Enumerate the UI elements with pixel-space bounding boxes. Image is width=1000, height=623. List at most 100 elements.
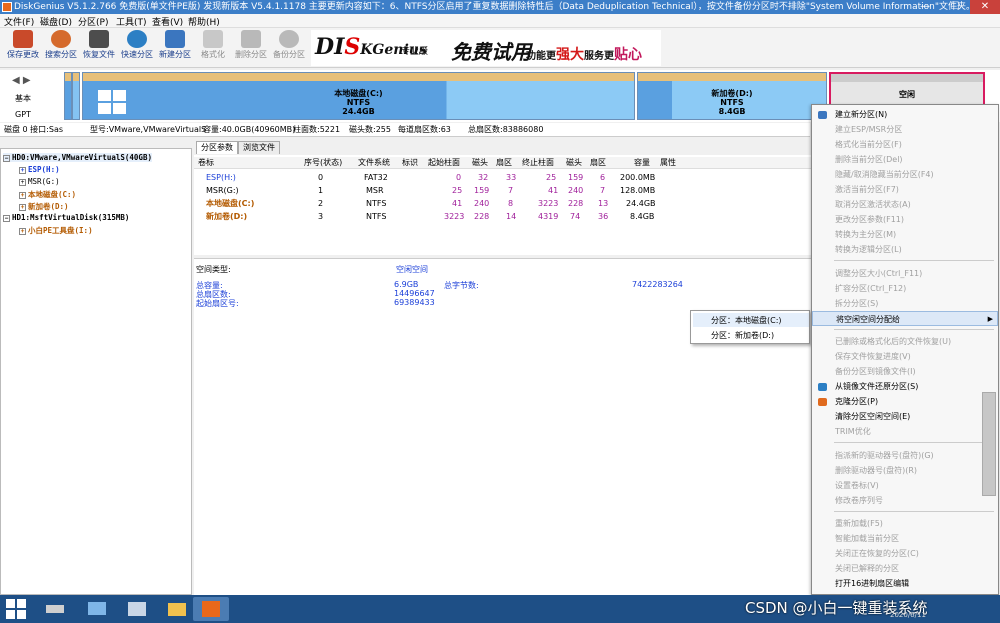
menu-item-resize[interactable]: 调整分区大小(Ctrl_F11)	[812, 266, 998, 281]
format-button[interactable]: 格式化	[194, 30, 232, 66]
menu-item-change-params[interactable]: 更改分区参数(F11)	[812, 212, 998, 227]
menu-item-reload[interactable]: 重新加载(F5)	[812, 516, 998, 531]
menu-item-hide[interactable]: 隐藏/取消隐藏当前分区(F4)	[812, 167, 998, 182]
window-title: DiskGenius V5.1.2.766 免费版(单文件PE版) 发现新版本 …	[14, 2, 975, 12]
tab-partition-params[interactable]: 分区参数	[196, 141, 238, 154]
menu-item-close-recovering[interactable]: 关闭正在恢复的分区(C)	[812, 546, 998, 561]
banner-edition: 专业版	[401, 47, 429, 57]
menu-item-save-progress[interactable]: 保存文件恢复进度(V)	[812, 349, 998, 364]
tab-browse-files[interactable]: 浏览文件	[238, 141, 280, 154]
menu-item-split[interactable]: 拆分分区(S)	[812, 296, 998, 311]
menu-item-extend[interactable]: 扩容分区(Ctrl_F12)	[812, 281, 998, 296]
menu-item-recover-files[interactable]: 已删除或格式化后的文件恢复(U)	[812, 334, 998, 349]
quick-partition-icon	[127, 30, 147, 48]
title-bar: DiskGenius V5.1.2.766 免费版(单文件PE版) 发现新版本 …	[0, 0, 1000, 14]
menu-item-hex-editor[interactable]: 打开16进制扇区编辑	[812, 576, 998, 591]
windows-logo-icon	[98, 90, 128, 116]
menu-item-trim[interactable]: TRIM优化	[812, 424, 998, 439]
new-partition-button[interactable]: 新建分区	[156, 30, 194, 66]
tree-partition-esp[interactable]: + ESP(H:)	[19, 165, 60, 174]
close-button[interactable]: ✕	[970, 0, 1000, 14]
taskbar-diskgenius-icon[interactable]	[193, 597, 229, 621]
tree-disk-hd1[interactable]: − HD1:MsftVirtualDisk(315MB)	[3, 213, 129, 222]
menu-item-esp-msr[interactable]: 建立ESP/MSR分区	[812, 122, 998, 137]
tray-date: 2020/6/11	[890, 611, 926, 619]
menu-item-smart-load[interactable]: 智能加载当前分区	[812, 531, 998, 546]
recover-files-button[interactable]: 恢复文件	[80, 30, 118, 66]
table-header: 卷标 序号(状态) 文件系统 标识 起始柱面 磁头 扇区 终止柱面 磁头 扇区 …	[194, 157, 811, 169]
space-properties: 空间类型: 空闲空间 总容量: 6.9GB 总字节数: 7422283264 总…	[194, 258, 811, 595]
windows-start-icon[interactable]	[6, 599, 26, 619]
menu-item-assign-letter[interactable]: 指派新的驱动器号(盘符)(G)	[812, 448, 998, 463]
partition-bar-c[interactable]: 本地磁盘(C:) NTFS 24.4GB	[82, 72, 635, 120]
delete-icon	[241, 30, 261, 48]
menu-bar: 文件(F) 磁盘(D) 分区(P) 工具(T) 查看(V) 帮助(H)	[0, 14, 1000, 28]
menu-help[interactable]: 帮助(H)	[188, 15, 220, 28]
menu-file[interactable]: 文件(F)	[4, 15, 34, 28]
partition-bar-esp[interactable]	[64, 72, 72, 120]
quick-partition-button[interactable]: 快速分区	[118, 30, 156, 66]
menu-view[interactable]: 查看(V)	[152, 15, 183, 28]
menu-item-clone[interactable]: 克隆分区(P)	[812, 394, 998, 409]
app-icon	[2, 2, 12, 12]
table-row[interactable]: 本地磁盘(C:) 2 NTFS 41 240 8 3223 228 13 24.4GB	[194, 198, 811, 210]
disk-model: 型号:VMware,VMwareVirtualS	[90, 125, 207, 134]
menu-item-allocate-free-space[interactable]: 将空闲空间分配给 ▶	[812, 311, 998, 326]
menu-item-backup-image[interactable]: 备份分区到镜像文件(I)	[812, 364, 998, 379]
menu-partition[interactable]: 分区(P)	[78, 15, 108, 28]
scrollbar-thumb[interactable]	[982, 392, 996, 496]
menu-item-new-partition[interactable]: 建立新分区(N)	[812, 107, 998, 122]
partition-bar-msr[interactable]	[72, 72, 80, 120]
partition-bar-d[interactable]: 新加卷(D:) NTFS 8.4GB	[637, 72, 827, 120]
disk-type-label: 基本	[15, 94, 31, 103]
menu-item-restore-image[interactable]: 从镜像文件还原分区(S)	[812, 379, 998, 394]
context-menu: 建立新分区(N) 建立ESP/MSR分区 格式化当前分区(F) 删除当前分区(D…	[811, 104, 999, 595]
menu-item-activate[interactable]: 激活当前分区(F7)	[812, 182, 998, 197]
menu-item-remove-letter[interactable]: 删除驱动器号(盘符)(R)	[812, 463, 998, 478]
menu-item-close-interpreted[interactable]: 关闭已解释的分区	[812, 561, 998, 576]
submenu-item-d[interactable]: 分区：新加卷(D:)	[711, 330, 774, 341]
taskbar-folder-icon[interactable]	[158, 597, 194, 621]
disk-total-sectors: 总扇区数:83886080	[468, 125, 544, 134]
menu-tools[interactable]: 工具(T)	[116, 15, 147, 28]
partition-table: 卷标 序号(状态) 文件系统 标识 起始柱面 磁头 扇区 终止柱面 磁头 扇区 …	[194, 155, 811, 255]
table-row[interactable]: 新加卷(D:) 3 NTFS 3223 228 14 4319 74 36 8.4GB	[194, 211, 811, 223]
partition-style-label: GPT	[15, 110, 31, 119]
taskbar-network-icon[interactable]	[118, 597, 154, 621]
menu-item-deactivate[interactable]: 取消分区激活状态(A)	[812, 197, 998, 212]
disk-heads: 磁头数:255	[349, 125, 391, 134]
menu-item-wipe-free[interactable]: 清除分区空闲空间(E)	[812, 409, 998, 424]
disk-sectors-per-track: 每道扇区数:63	[398, 125, 451, 134]
format-icon	[203, 30, 223, 48]
table-row[interactable]: ESP(H:) 0 FAT32 0 32 33 25 159 6 200.0MB	[194, 172, 811, 184]
tree-partition-msr[interactable]: + MSR(G:)	[19, 177, 60, 186]
menu-item-delete[interactable]: 删除当前分区(Del)	[812, 152, 998, 167]
minimize-button[interactable]: —	[910, 0, 940, 14]
menu-item-to-logical[interactable]: 转换为逻辑分区(L)	[812, 242, 998, 257]
search-icon	[51, 30, 71, 48]
tree-disk-hd0[interactable]: − HD0:VMware,VMwareVirtualS(40GB)	[3, 153, 152, 162]
taskbar-computer-icon[interactable]	[78, 597, 114, 621]
tree-partition-c[interactable]: + 本地磁盘(C:)	[19, 189, 76, 200]
disk-tree: − HD0:VMware,VMwareVirtualS(40GB) + ESP(H:…	[0, 148, 192, 595]
menu-item-format[interactable]: 格式化当前分区(F)	[812, 137, 998, 152]
menu-item-to-primary[interactable]: 转换为主分区(M)	[812, 227, 998, 242]
save-button[interactable]: 保存更改	[4, 30, 42, 66]
disk-capacity: 容量:40.0GB(40960MB)	[203, 125, 296, 134]
tree-partition-pe[interactable]: + 小白PE工具盘(I:)	[19, 225, 93, 236]
delete-partition-button[interactable]: 删除分区	[232, 30, 270, 66]
promo-banner[interactable]: DISKGenius 专业版 免费试用 功能更强大服务更贴心	[311, 30, 661, 66]
backup-partition-button[interactable]: 备份分区	[270, 30, 308, 66]
tree-partition-d[interactable]: + 新加卷(D:)	[19, 201, 69, 212]
menu-item-change-serial[interactable]: 修改卷序列号	[812, 493, 998, 508]
submenu-arrow-icon: ▶	[987, 315, 993, 323]
taskbar-drive-icon[interactable]	[36, 597, 72, 621]
search-partition-button[interactable]: 搜索分区	[42, 30, 80, 66]
menu-item-set-label[interactable]: 设置卷标(V)	[812, 478, 998, 493]
maximize-button[interactable]: ☐	[940, 0, 970, 14]
submenu-item-c[interactable]: 分区：本地磁盘(C:)	[711, 315, 782, 326]
menu-disk[interactable]: 磁盘(D)	[40, 15, 72, 28]
detail-tabs: 分区参数 浏览文件	[194, 140, 811, 154]
disk-nav-arrows[interactable]: ◀ ▶	[12, 75, 31, 86]
table-row[interactable]: MSR(G:) 1 MSR 25 159 7 41 240 7 128.0MB	[194, 185, 811, 197]
